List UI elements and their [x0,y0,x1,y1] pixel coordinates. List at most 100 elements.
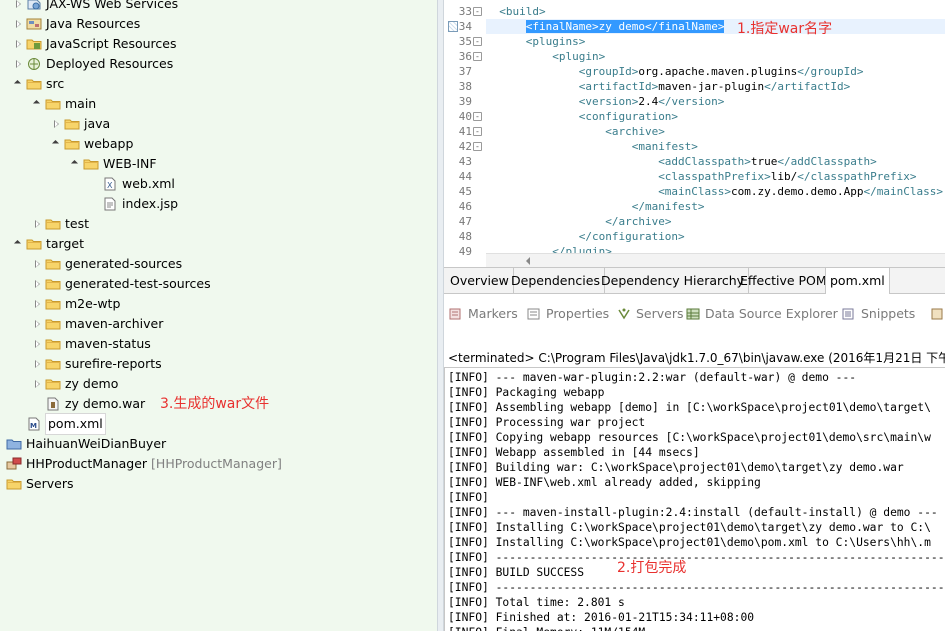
console-line: [INFO] ---------------------------------… [448,581,945,594]
code-line[interactable]: <configuration> [486,109,945,124]
collapse-arrow-icon[interactable] [33,274,43,294]
line-number: 44 [458,170,472,183]
tree-item-label: Deployed Resources [46,54,173,74]
code-line[interactable]: <archive> [486,124,945,139]
tab-dependencies[interactable]: Dependencies [507,268,605,294]
fold-toggle-icon[interactable]: - [473,52,482,61]
code-line[interactable]: <mainClass>com.zy.demo.demo.App</mainCla… [486,184,945,199]
code-line[interactable]: <groupId>org.apache.maven.plugins</group… [486,64,945,79]
tree-item-main[interactable]: main [0,94,437,114]
tree-item-surefire-reports[interactable]: surefire-reports [0,354,437,374]
tree-item-haihuanweidianbuyer[interactable]: HaihuanWeiDianBuyer [0,434,437,454]
code-line[interactable]: <artifactId>maven-jar-plugin</artifactId… [486,79,945,94]
web-services-icon [26,0,42,11]
tab-overview[interactable]: Overview [446,268,514,294]
tree-item-index-jsp[interactable]: index.jsp [0,194,437,214]
collapse-arrow-icon[interactable] [33,254,43,274]
line-number: 40 [458,110,472,123]
console-line: [INFO] Copying webapp resources [C:\work… [448,431,931,444]
tree-item-java[interactable]: java [0,114,437,134]
collapse-arrow-icon[interactable] [14,14,24,34]
tree-item-zy-demo[interactable]: zy demo [0,374,437,394]
code-line[interactable]: <manifest> [486,139,945,154]
code-line[interactable]: <finalName>zy demo</finalName> [486,19,945,34]
code-line[interactable]: <plugin> [486,49,945,64]
tab-effective-pom[interactable]: Effective POM [736,268,832,294]
collapse-arrow-icon[interactable] [33,214,43,234]
tab-dependency-hierarchy[interactable]: Dependency Hierarchy [597,268,750,294]
tree-item-label: HHProductManager [HHProductManager] [26,454,282,474]
tree-item-generated-sources[interactable]: generated-sources [0,254,437,274]
tree-item-pom-xml[interactable]: Mpom.xml [0,413,437,435]
code-line[interactable]: </archive> [486,214,945,229]
tree-item-servers[interactable]: Servers [0,474,437,494]
tree-item-text: java [84,116,111,131]
code-line[interactable]: <build> [486,4,945,19]
code-line[interactable]: <addClasspath>true</addClasspath> [486,154,945,169]
folder-icon [45,257,61,271]
expand-arrow-icon[interactable] [33,94,43,114]
tree-item-web-xml[interactable]: Xweb.xml [0,174,437,194]
code-line[interactable]: <classpathPrefix>lib/</classpathPrefix> [486,169,945,184]
code-line[interactable]: <plugins> [486,34,945,49]
console-line: [INFO] Finished at: 2016-01-21T15:34:11+… [448,611,755,624]
fold-toggle-icon[interactable]: - [473,142,482,151]
fold-toggle-icon[interactable]: - [473,127,482,136]
editor-horizontal-scrollbar[interactable] [486,253,945,267]
collapse-arrow-icon[interactable] [14,34,24,54]
fold-toggle-icon[interactable]: - [473,37,482,46]
collapse-arrow-icon[interactable] [33,314,43,334]
collapse-arrow-icon[interactable] [14,54,24,74]
fold-toggle-icon[interactable]: - [473,112,482,121]
collapse-arrow-icon[interactable] [33,334,43,354]
collapse-arrow-icon[interactable] [33,354,43,374]
expand-arrow-icon[interactable] [14,74,24,94]
tree-item-target[interactable]: target [0,234,437,254]
tree-item-label: web.xml [122,174,175,194]
tree-item-maven-archiver[interactable]: maven-archiver [0,314,437,334]
line-number: 49 [458,245,472,258]
tree-item-java-resources[interactable]: Java Resources [0,14,437,34]
code-line[interactable]: </configuration> [486,229,945,244]
code-content: <addClasspath>true</addClasspath> [658,155,877,168]
tree-item-webapp[interactable]: webapp [0,134,437,154]
tree-item-maven-status[interactable]: maven-status [0,334,437,354]
folder-icon [45,277,61,291]
fold-toggle-icon[interactable]: - [473,7,482,16]
code-line[interactable]: </manifest> [486,199,945,214]
code-content: <version>2.4</version> [579,95,725,108]
tree-item-deployed-resources[interactable]: Deployed Resources [0,54,437,74]
expand-arrow-icon[interactable] [71,154,81,174]
tree-item-text: maven-status [65,336,151,351]
code-line[interactable]: <version>2.4</version> [486,94,945,109]
collapse-arrow-icon[interactable] [52,114,62,134]
console-process-title: <terminated> C:\Program Files\Java\jdk1.… [448,351,945,365]
console-output[interactable]: [INFO] --- maven-war-plugin:2.2:war (def… [444,367,945,631]
tree-item-web-inf[interactable]: WEB-INF [0,154,437,174]
tab-pom-xml[interactable]: pom.xml [825,268,890,294]
pom-editor[interactable]: 33-34 35-36-37 38 39 40-41-42-43 44 45 46 47 48 49… [444,0,945,267]
properties-icon [526,307,542,321]
panel-splitter[interactable] [437,0,444,631]
tree-item-hhproductmanager[interactable]: HHProductManager [HHProductManager] [0,454,437,474]
collapse-arrow-icon[interactable] [33,294,43,314]
folder-icon [45,357,61,371]
tree-item-test[interactable]: test [0,214,437,234]
tree-item-javascript-resources[interactable]: JavaScript Resources [0,34,437,54]
scroll-left-arrow-icon[interactable] [526,257,530,265]
line-number: 46 [458,200,472,213]
tree-item-jax-ws-web-services[interactable]: JAX-WS Web Services [0,0,437,14]
expand-arrow-icon[interactable] [52,134,62,154]
tree-item-m2e-wtp[interactable]: m2e-wtp [0,294,437,314]
tree-item-label: main [65,94,96,114]
tree-item-src[interactable]: src [0,74,437,94]
expand-arrow-icon[interactable] [14,234,24,254]
tree-item-generated-test-sources[interactable]: generated-test-sources [0,274,437,294]
collapse-arrow-icon[interactable] [14,0,24,14]
collapse-arrow-icon[interactable] [33,374,43,394]
tree-item-label: pom.xml [45,413,106,435]
